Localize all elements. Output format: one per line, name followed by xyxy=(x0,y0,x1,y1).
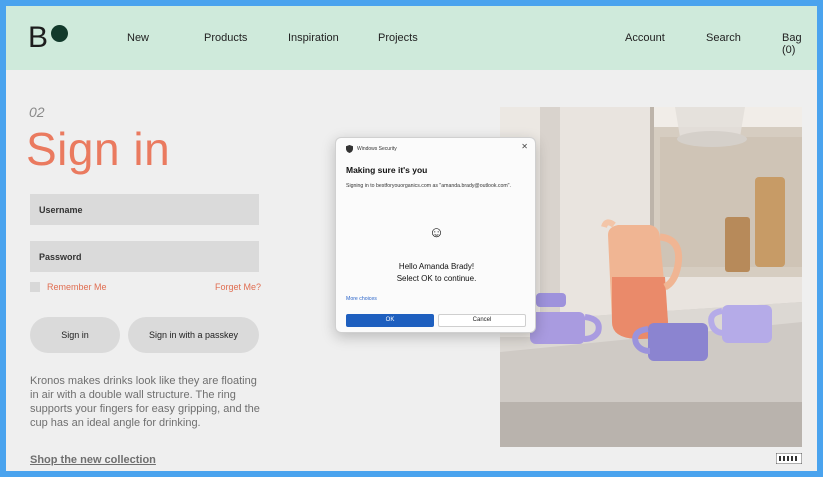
logo-dot-icon xyxy=(51,25,69,42)
nav-item-projects[interactable]: Projects xyxy=(378,32,418,44)
smiley-face-icon: ☺ xyxy=(428,224,445,241)
step-number: 02 xyxy=(29,104,45,120)
nav-item-products[interactable]: Products xyxy=(204,32,247,44)
nav-item-account[interactable]: Account xyxy=(625,32,665,44)
badge-icon xyxy=(776,453,802,464)
password-label: Password xyxy=(39,252,82,262)
product-photo xyxy=(500,107,802,447)
username-field[interactable]: Username xyxy=(30,194,259,225)
kitchen-scene-illustration xyxy=(500,107,802,447)
forget-me-link[interactable]: Forget Me? xyxy=(215,282,261,292)
dialog-greeting: Hello Amanda Brady! Select OK to continu… xyxy=(336,261,537,285)
ok-button[interactable]: OK xyxy=(346,314,434,327)
remember-me-label[interactable]: Remember Me xyxy=(47,282,107,292)
dialog-title: Making sure it's you xyxy=(346,165,428,175)
more-choices-link[interactable]: More choices xyxy=(346,296,377,302)
shield-icon xyxy=(346,145,353,153)
username-label: Username xyxy=(39,205,83,215)
sign-in-passkey-button[interactable]: Sign in with a passkey xyxy=(128,317,259,353)
nav-item-new[interactable]: New xyxy=(127,32,149,44)
close-icon[interactable]: ✕ xyxy=(521,142,528,151)
nav-item-search[interactable]: Search xyxy=(706,32,741,44)
page-title: Sign in xyxy=(26,123,171,175)
sign-in-button[interactable]: Sign in xyxy=(30,317,120,353)
nav-item-inspiration[interactable]: Inspiration xyxy=(288,32,339,44)
nav-item-bag[interactable]: Bag (0) xyxy=(782,32,817,56)
greeting-line-2: Select OK to continue. xyxy=(396,274,477,283)
remember-me-checkbox-icon[interactable] xyxy=(30,282,40,292)
app-frame: B New Products Inspiration Projects Acco… xyxy=(6,6,817,471)
logo-letter: B xyxy=(28,21,49,54)
password-field[interactable]: Password xyxy=(30,241,259,272)
windows-security-dialog: Windows Security ✕ Making sure it's you … xyxy=(335,137,536,333)
brand-logo[interactable]: B xyxy=(28,20,69,56)
dialog-header-label: Windows Security xyxy=(357,146,397,152)
top-navigation-bar: B New Products Inspiration Projects Acco… xyxy=(6,6,817,70)
cancel-button[interactable]: Cancel xyxy=(438,314,526,327)
dialog-header: Windows Security xyxy=(346,145,397,153)
dialog-body-text: Signing in to bestforyouorganics.com as … xyxy=(346,183,511,189)
product-description: Kronos makes drinks look like they are f… xyxy=(30,375,260,429)
greeting-line-1: Hello Amanda Brady! xyxy=(398,262,475,271)
shop-collection-link[interactable]: Shop the new collection xyxy=(30,454,156,466)
